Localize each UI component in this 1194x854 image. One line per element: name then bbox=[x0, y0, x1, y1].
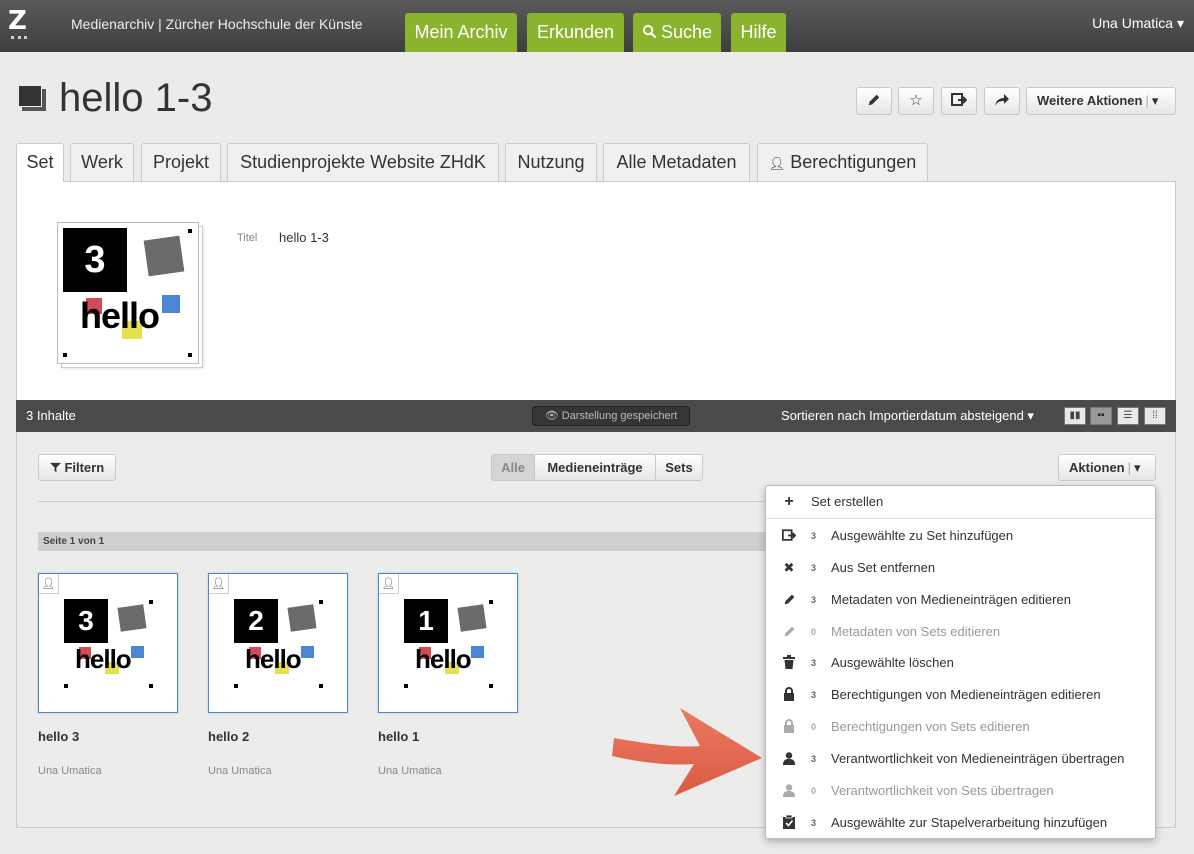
actions-button[interactable]: Aktionen | ▾ bbox=[1058, 454, 1156, 481]
nav-suche[interactable]: Suche bbox=[633, 13, 721, 52]
divider bbox=[38, 501, 778, 502]
tab-projekt[interactable]: Projekt bbox=[141, 143, 221, 181]
add-to-set-icon bbox=[782, 521, 797, 551]
entry-title[interactable]: hello 2 bbox=[208, 729, 249, 744]
nav-erkunden[interactable]: Erkunden bbox=[527, 13, 624, 52]
entry-title[interactable]: hello 1 bbox=[378, 729, 419, 744]
add-to-set-icon bbox=[951, 93, 968, 106]
site-title[interactable]: Medienarchiv | Zürcher Hochschule der Kü… bbox=[71, 16, 363, 32]
search-icon bbox=[642, 24, 657, 39]
media-entry-card[interactable]: 2 hello 👤︎ bbox=[208, 573, 348, 713]
owner-icon: 👤︎ bbox=[39, 574, 59, 594]
pagination-label: Seite 1 von 1 bbox=[38, 532, 778, 551]
view-list-button[interactable]: ☰ bbox=[1117, 407, 1139, 425]
share-button[interactable] bbox=[984, 87, 1020, 115]
funnel-icon bbox=[49, 462, 61, 473]
media-entry-card[interactable]: 3 hello 👤︎ bbox=[38, 573, 178, 713]
set-detail-panel: 3 hello Titel hello 1-3 bbox=[16, 181, 1176, 401]
media-entry-card[interactable]: 1 hello 👤︎ bbox=[378, 573, 518, 713]
menu-item-add-to-batch[interactable]: 3 Ausgewählte zur Stapelverarbeitung hin… bbox=[766, 808, 1155, 838]
tab-alle-metadaten[interactable]: Alle Metadaten bbox=[603, 143, 750, 181]
favorite-button[interactable]: ☆ bbox=[898, 87, 934, 115]
menu-item-transfer-entry-responsibility[interactable]: 3 Verantwortlichkeit von Medieneinträgen… bbox=[766, 744, 1155, 774]
columns-icon: ▮▮ bbox=[1069, 410, 1081, 421]
list-icon: ☰ bbox=[1123, 410, 1133, 421]
pencil-icon bbox=[782, 617, 796, 647]
segment-alle[interactable]: Alle bbox=[491, 454, 535, 481]
meta-value-titel: hello 1-3 bbox=[279, 230, 329, 245]
annotation-arrow-icon bbox=[612, 708, 762, 796]
logo-letter: Z bbox=[8, 6, 27, 36]
logo[interactable]: Z bbox=[8, 8, 30, 42]
layout-saved-button[interactable]: 👁︎ Darstellung gespeichert bbox=[532, 406, 690, 426]
nav-hilfe[interactable]: Hilfe bbox=[731, 13, 786, 52]
pencil-icon bbox=[782, 585, 796, 615]
trash-icon bbox=[782, 648, 796, 678]
content-toolbar: 3 Inhalte 👁︎ Darstellung gespeichert Sor… bbox=[16, 400, 1176, 432]
eye-icon: 👁︎ bbox=[544, 410, 559, 422]
pencil-icon bbox=[868, 94, 880, 106]
tab-berechtigungen[interactable]: 👤︎ Berechtigungen bbox=[757, 143, 928, 181]
tab-nutzung[interactable]: Nutzung bbox=[505, 143, 597, 181]
tab-werk[interactable]: Werk bbox=[70, 143, 134, 181]
close-icon: ✖ bbox=[783, 560, 795, 575]
top-bar: Z Medienarchiv | Zürcher Hochschule der … bbox=[0, 0, 1194, 52]
menu-item-edit-set-permissions[interactable]: 0 Berechtigungen von Sets editieren bbox=[766, 712, 1155, 742]
edit-button[interactable] bbox=[856, 87, 892, 115]
segment-medieneintraege[interactable]: Medieneinträge bbox=[534, 454, 656, 481]
tab-studienprojekte[interactable]: Studienprojekte Website ZHdK bbox=[227, 143, 499, 181]
entry-owner: Una Umatica bbox=[208, 765, 272, 777]
set-icon bbox=[18, 85, 46, 111]
view-tiles-large-button[interactable]: ▮▮ bbox=[1064, 407, 1086, 425]
plus-icon: + bbox=[784, 493, 794, 510]
sort-dropdown[interactable]: Sortieren nach Importierdatum absteigend… bbox=[781, 408, 1034, 424]
page-title: hello 1-3 bbox=[59, 76, 213, 120]
menu-item-remove-from-set[interactable]: ✖ 3 Aus Set entfernen bbox=[766, 553, 1155, 583]
star-icon: ☆ bbox=[909, 92, 923, 109]
menu-item-set-erstellen[interactable]: + Set erstellen bbox=[766, 487, 1155, 517]
set-thumbnail[interactable]: 3 hello bbox=[57, 222, 203, 368]
small-grid-icon: ⁞⁞ bbox=[1152, 410, 1158, 421]
menu-item-add-to-set[interactable]: 3 Ausgewählte zu Set hinzufügen bbox=[766, 521, 1155, 551]
owner-icon: 👤︎ bbox=[209, 574, 229, 594]
user-icon bbox=[782, 744, 796, 774]
user-icon bbox=[782, 776, 796, 806]
segment-sets[interactable]: Sets bbox=[655, 454, 703, 481]
user-menu[interactable]: Una Umatica ▾ bbox=[1092, 15, 1184, 32]
lock-icon bbox=[782, 680, 796, 710]
owner-icon: 👤︎ bbox=[379, 574, 399, 594]
more-actions-button[interactable]: Weitere Aktionen | ▾ bbox=[1026, 87, 1176, 115]
menu-item-transfer-set-responsibility[interactable]: 0 Verantwortlichkeit von Sets übertragen bbox=[766, 776, 1155, 806]
actions-menu: + Set erstellen 3 Ausgewählte zu Set hin… bbox=[765, 485, 1156, 839]
view-grid-button[interactable]: ▪▪ bbox=[1090, 407, 1112, 425]
view-miniature-button[interactable]: ⁞⁞ bbox=[1144, 407, 1166, 425]
menu-item-edit-entry-permissions[interactable]: 3 Berechtigungen von Medieneinträgen edi… bbox=[766, 680, 1155, 710]
menu-separator bbox=[766, 518, 1155, 519]
add-to-set-button[interactable] bbox=[941, 87, 977, 115]
caret-down-icon: ▾ bbox=[1151, 93, 1159, 108]
menu-item-edit-entry-metadata[interactable]: 3 Metadaten von Medieneinträgen editiere… bbox=[766, 585, 1155, 615]
menu-item-edit-set-metadata[interactable]: 0 Metadaten von Sets editieren bbox=[766, 617, 1155, 647]
user-icon: 👤︎ bbox=[768, 156, 786, 171]
entry-owner: Una Umatica bbox=[378, 765, 442, 777]
entry-owner: Una Umatica bbox=[38, 765, 102, 777]
nav-mein-archiv[interactable]: Mein Archiv bbox=[405, 13, 517, 52]
tab-set[interactable]: Set bbox=[16, 143, 64, 182]
content-count: 3 Inhalte bbox=[26, 408, 76, 423]
lock-icon bbox=[782, 712, 796, 742]
share-icon bbox=[995, 94, 1009, 106]
clipboard-icon bbox=[782, 808, 796, 838]
meta-label-titel: Titel bbox=[237, 232, 258, 244]
filter-button[interactable]: Filtern bbox=[38, 454, 116, 481]
menu-item-delete-selected[interactable]: 3 Ausgewählte löschen bbox=[766, 648, 1155, 678]
caret-down-icon: ▾ bbox=[1134, 460, 1141, 475]
entry-title[interactable]: hello 3 bbox=[38, 729, 79, 744]
grid-icon: ▪▪ bbox=[1097, 410, 1105, 421]
